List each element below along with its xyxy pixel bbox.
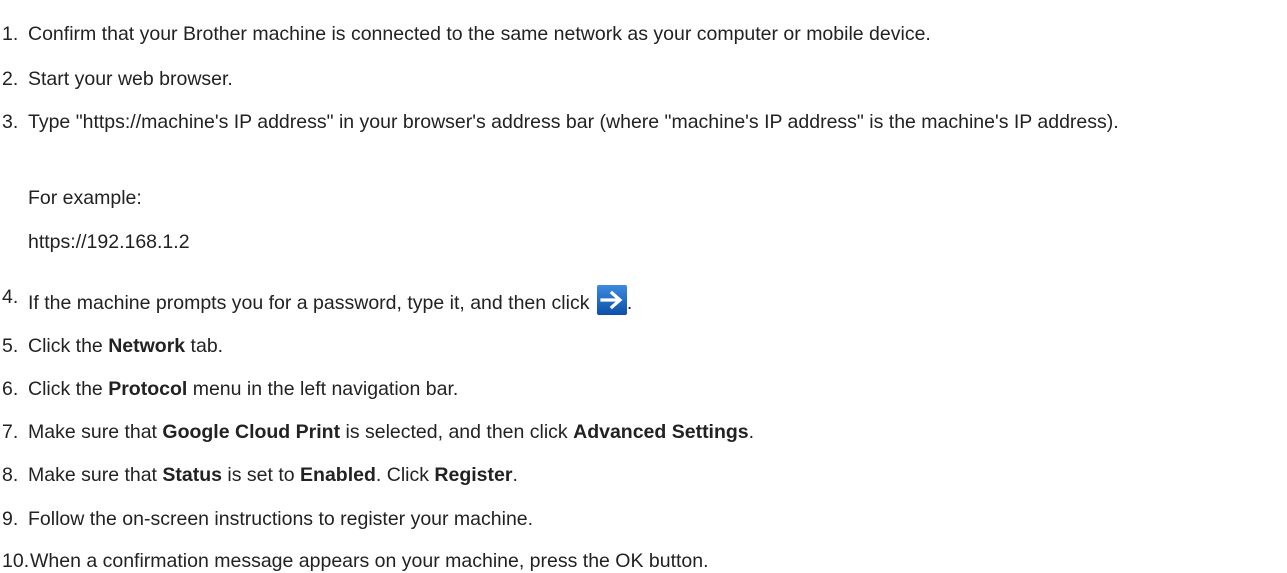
step-number: 1. — [2, 23, 19, 45]
step-text: If the machine prompts you for a passwor… — [28, 285, 632, 315]
ui-term: Status — [162, 464, 223, 486]
step-number: 5. — [2, 335, 19, 357]
step-text-after: . — [626, 292, 633, 314]
step-text: Type "https://machine's IP address" in y… — [28, 111, 1119, 133]
step-number: 4. — [2, 286, 19, 308]
step-text-part: Make sure that — [28, 421, 163, 443]
step-text-part: menu in the left navigation bar. — [187, 378, 459, 400]
step-text-part: is set to — [222, 464, 301, 486]
step-text-part: Click the — [28, 378, 109, 400]
step-text-part: Click the — [28, 335, 109, 357]
step-text: Confirm that your Brother machine is con… — [28, 23, 931, 45]
step-text: Click the Network tab. — [28, 334, 223, 358]
step-text-part: is selected, and then click — [340, 421, 574, 443]
step-text: Make sure that Status is set to Enabled.… — [28, 463, 518, 487]
step-text-part: tab. — [185, 335, 224, 357]
arrow-right-icon — [596, 285, 627, 315]
step-text-part: . Click — [375, 464, 435, 486]
ui-term: Register — [434, 464, 513, 486]
step-text: When a confirmation message appears on y… — [30, 550, 709, 572]
step-text-before: If the machine prompts you for a passwor… — [28, 292, 595, 314]
step-number: 10. — [2, 550, 30, 572]
ui-term: Google Cloud Print — [162, 421, 341, 443]
step-number: 8. — [2, 464, 19, 486]
ui-term: Enabled — [300, 464, 376, 486]
step-text-part: Make sure that — [28, 464, 163, 486]
step-number: 3. — [2, 111, 19, 133]
step-text: Make sure that Google Cloud Print is sel… — [28, 420, 754, 444]
step-text: Start your web browser. — [28, 68, 233, 90]
instruction-list: 1. Confirm that your Brother machine is … — [0, 0, 1287, 572]
step-number: 6. — [2, 378, 19, 400]
step-text-part: . — [748, 421, 755, 443]
step-text: Follow the on-screen instructions to reg… — [28, 508, 534, 530]
example-label: For example: — [28, 187, 142, 209]
step-number: 9. — [2, 508, 19, 530]
step-number: 2. — [2, 68, 19, 90]
ui-term: Network — [108, 335, 186, 357]
ui-term: Advanced Settings — [573, 421, 749, 443]
step-number: 7. — [2, 421, 19, 443]
ui-term: Protocol — [108, 378, 188, 400]
step-text: Click the Protocol menu in the left navi… — [28, 377, 458, 401]
step-text-part: . — [512, 464, 518, 486]
example-url: https://192.168.1.2 — [28, 231, 190, 253]
